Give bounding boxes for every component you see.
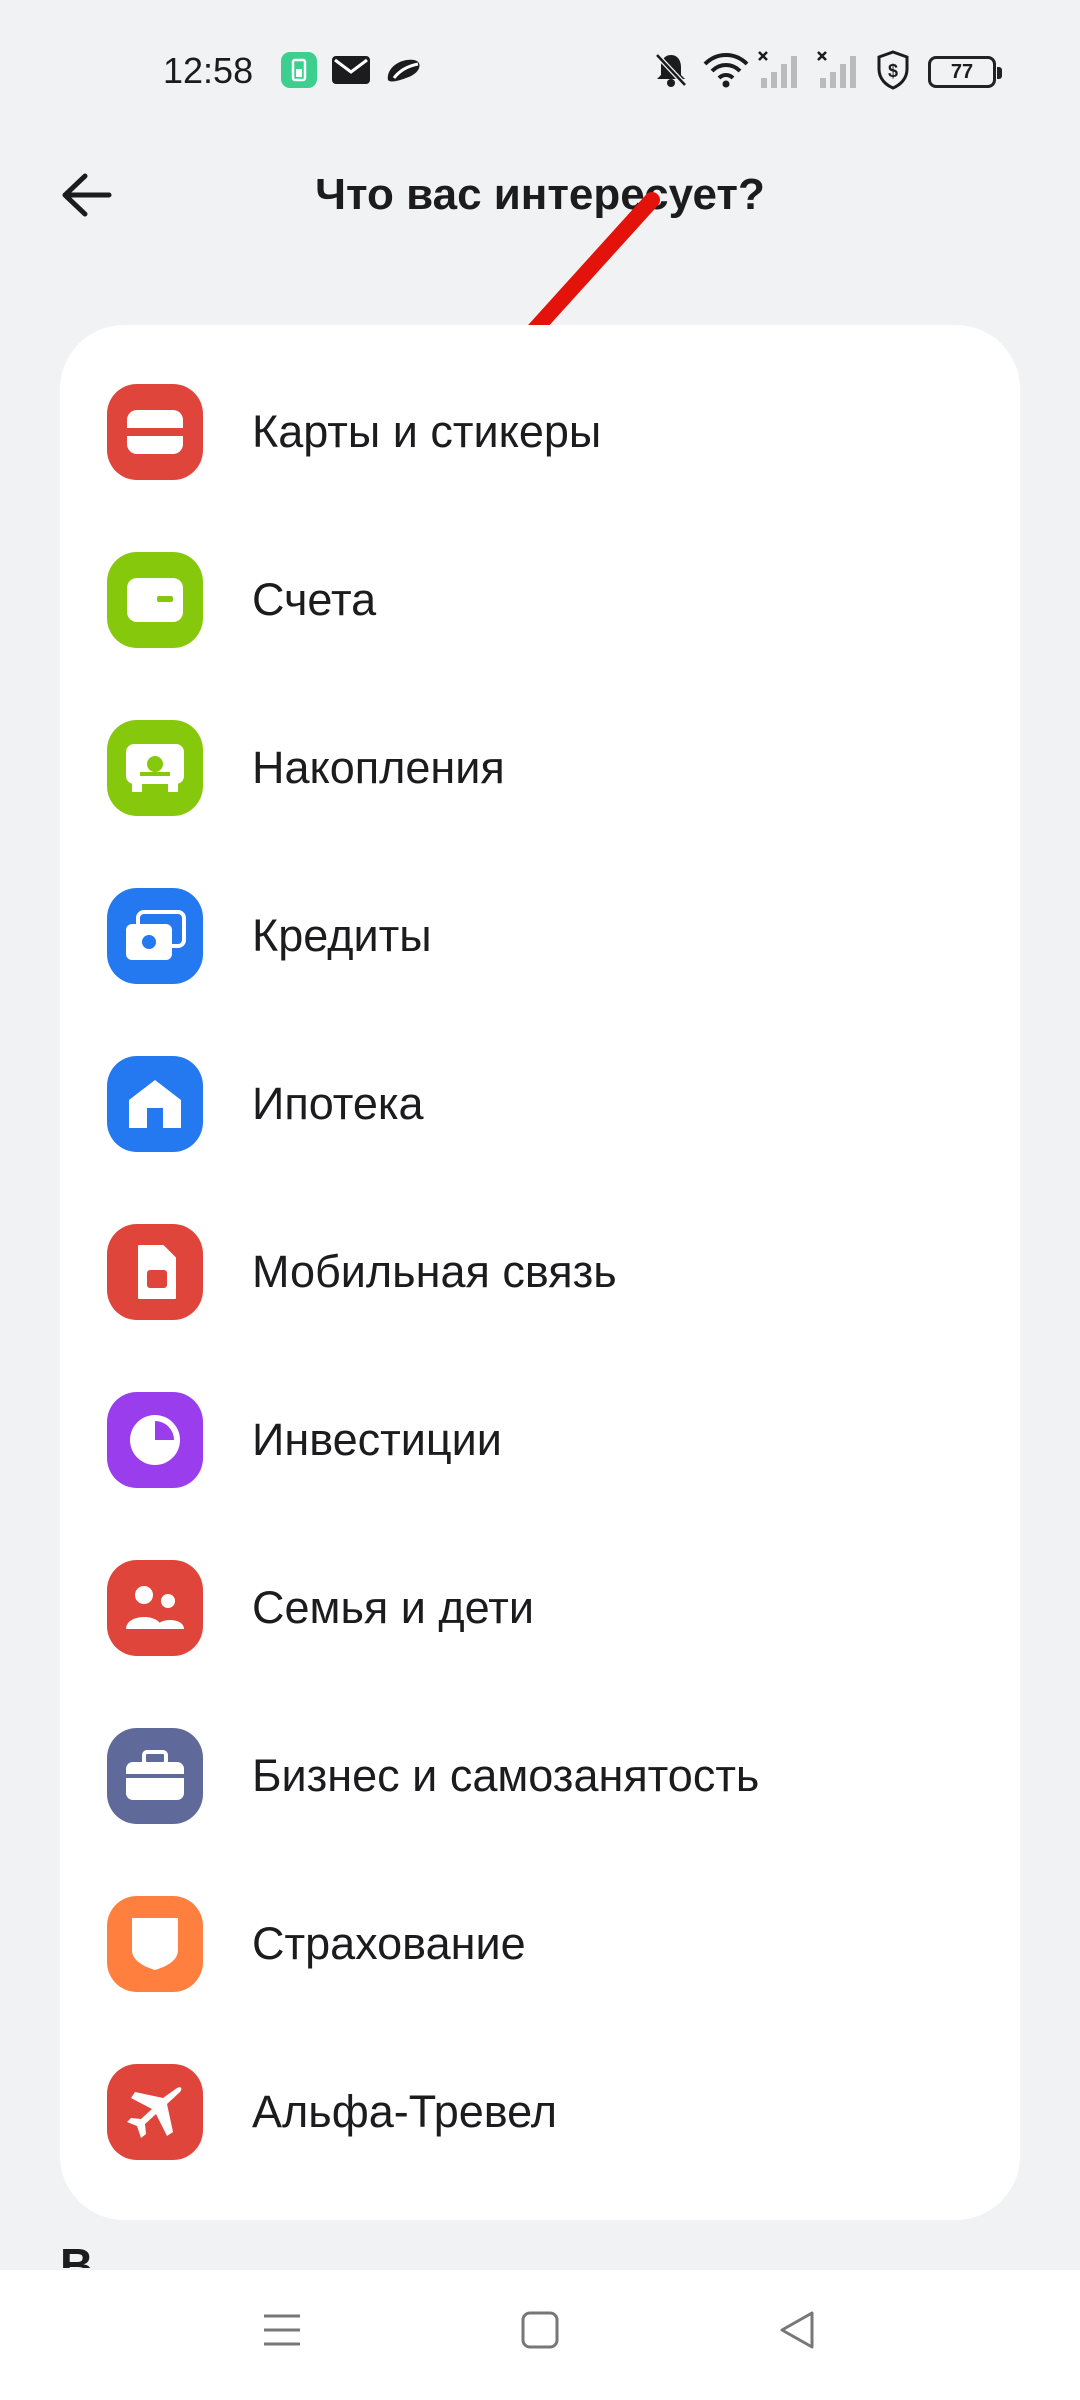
- app-notification-icon: [387, 59, 420, 82]
- home-square-icon[interactable]: [521, 2310, 559, 2350]
- menu-item-mobile[interactable]: Мобильная связь: [60, 1188, 1020, 1356]
- menu-item-label: Бизнес и самозанятость: [252, 1750, 760, 1801]
- category-list: Карты и стикеры Счета Накопления Кредиты…: [60, 325, 1020, 2220]
- pie-chart-icon: [107, 1392, 203, 1488]
- menu-item-investments[interactable]: Инвестиции: [60, 1356, 1020, 1524]
- airplane-icon: [107, 2064, 203, 2160]
- menu-item-label: Мобильная связь: [252, 1246, 617, 1297]
- menu-item-mortgage[interactable]: Ипотека: [60, 1020, 1020, 1188]
- menu-item-accounts[interactable]: Счета: [60, 516, 1020, 684]
- menu-item-label: Страхование: [252, 1918, 526, 1969]
- next-section-heading: В: [60, 2239, 94, 2268]
- menu-item-alfa-travel[interactable]: Альфа-Тревел: [60, 2028, 1020, 2196]
- menu-item-label: Семья и дети: [252, 1582, 534, 1633]
- shield-icon: [107, 1896, 203, 1992]
- security-shield-icon: $: [877, 50, 909, 90]
- briefcase-icon: [107, 1728, 203, 1824]
- menu-item-label: Карты и стикеры: [252, 406, 602, 457]
- sim-card-icon: [107, 1224, 203, 1320]
- status-bar: 12:58 $ 77: [0, 0, 1080, 140]
- back-triangle-icon[interactable]: [778, 2310, 816, 2350]
- no-signal-icon: [817, 51, 856, 88]
- savings-icon: [107, 720, 203, 816]
- page-title: Что вас интересует?: [315, 170, 765, 219]
- mute-icon: [655, 53, 687, 87]
- menu-icon[interactable]: [262, 2310, 302, 2350]
- house-icon: [107, 1056, 203, 1152]
- account-icon: [107, 552, 203, 648]
- menu-item-credits[interactable]: Кредиты: [60, 852, 1020, 1020]
- battery-saver-icon: [281, 52, 317, 88]
- menu-item-label: Инвестиции: [252, 1414, 502, 1465]
- system-nav-bar: [0, 2270, 1080, 2400]
- no-signal-icon: [758, 51, 797, 88]
- menu-item-label: Накопления: [252, 742, 505, 793]
- wifi-icon: [703, 53, 749, 88]
- menu-item-savings[interactable]: Накопления: [60, 684, 1020, 852]
- menu-item-cards-stickers[interactable]: Карты и стикеры: [60, 348, 1020, 516]
- battery-indicator: 77: [928, 56, 1002, 88]
- status-time: 12:58: [163, 50, 254, 91]
- menu-item-label: Счета: [252, 574, 377, 625]
- menu-item-family[interactable]: Семья и дети: [60, 1524, 1020, 1692]
- family-icon: [107, 1560, 203, 1656]
- menu-item-business[interactable]: Бизнес и самозанятость: [60, 1692, 1020, 1860]
- menu-item-label: Ипотека: [252, 1078, 424, 1129]
- menu-item-insurance[interactable]: Страхование: [60, 1860, 1020, 2028]
- mail-icon: [332, 56, 370, 84]
- menu-item-label: Кредиты: [252, 910, 432, 961]
- menu-item-label: Альфа-Тревел: [252, 2086, 557, 2137]
- svg-text:$: $: [888, 61, 898, 81]
- card-icon: [107, 384, 203, 480]
- credit-icon: [107, 888, 203, 984]
